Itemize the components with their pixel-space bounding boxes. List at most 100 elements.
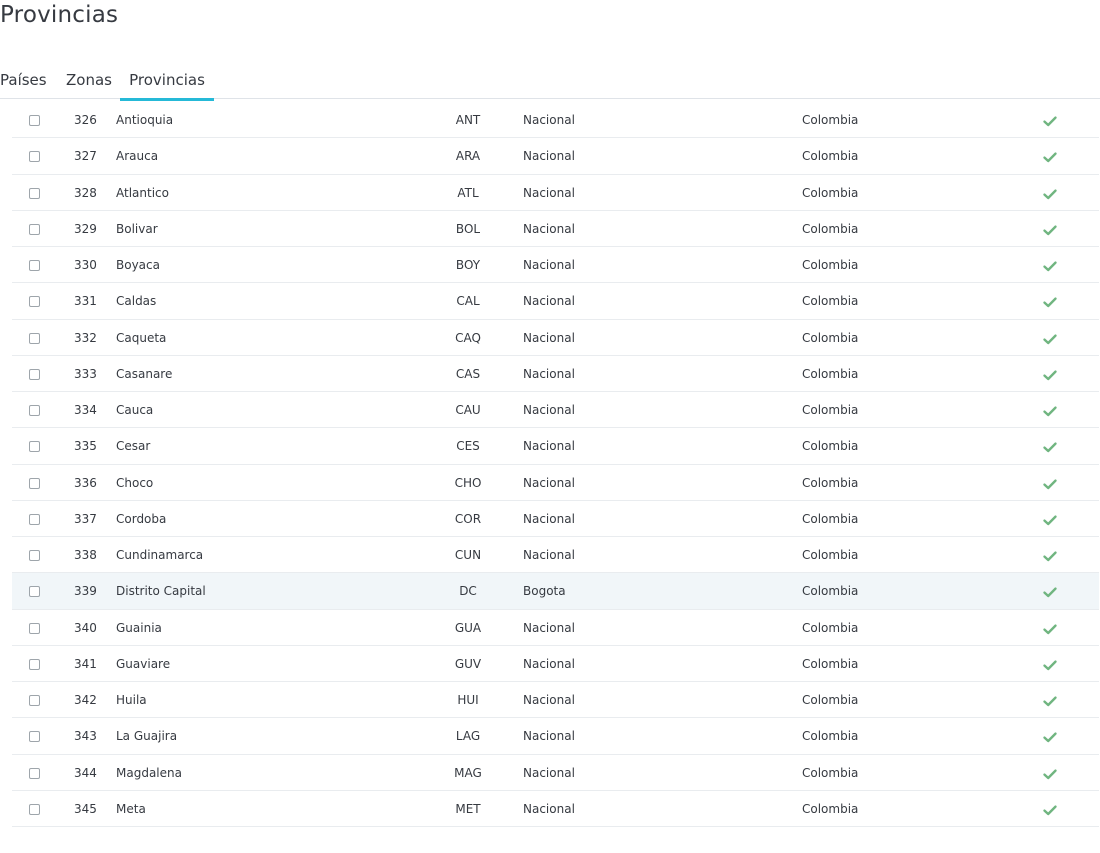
state-country: Colombia: [802, 729, 859, 744]
tab-provincias[interactable]: Provincias: [120, 68, 214, 101]
row-checkbox[interactable]: [29, 767, 40, 779]
check-icon[interactable]: [1042, 657, 1058, 673]
check-icon[interactable]: [1042, 802, 1058, 818]
state-iso-code: CAS: [455, 366, 481, 381]
check-icon[interactable]: [1042, 331, 1058, 347]
state-country: Colombia: [802, 511, 859, 526]
row-checkbox[interactable]: [29, 115, 40, 126]
row-checkbox[interactable]: [29, 586, 40, 598]
row-checkbox[interactable]: [29, 803, 40, 815]
row-checkbox[interactable]: [29, 658, 40, 670]
row-checkbox[interactable]: [29, 296, 40, 308]
check-icon[interactable]: [1042, 512, 1058, 528]
check-icon[interactable]: [1042, 729, 1058, 745]
state-name: Distrito Capital: [116, 584, 206, 599]
tab-paises[interactable]: Países: [0, 68, 47, 98]
table-row[interactable]: 327 Arauca ARA Nacional Colombia: [12, 138, 1099, 175]
state-country: Colombia: [802, 656, 859, 671]
state-country: Colombia: [802, 439, 859, 454]
state-iso-code: CES: [456, 439, 480, 454]
state-name: Atlantico: [116, 185, 169, 200]
state-country: Colombia: [802, 113, 859, 127]
check-icon[interactable]: [1042, 403, 1058, 419]
table-row[interactable]: 326 Antioquia ANT Nacional Colombia: [12, 102, 1099, 139]
state-country: Colombia: [802, 765, 859, 780]
table-row[interactable]: 333 Casanare CAS Nacional Colombia: [12, 356, 1099, 392]
check-icon[interactable]: [1042, 113, 1058, 129]
row-checkbox[interactable]: [29, 223, 40, 235]
row-checkbox[interactable]: [29, 187, 40, 199]
state-country: Colombia: [802, 403, 859, 417]
check-icon[interactable]: [1042, 367, 1058, 383]
state-country: Colombia: [802, 366, 859, 381]
state-country: Colombia: [802, 584, 859, 599]
state-name: Boyaca: [116, 258, 160, 272]
check-icon[interactable]: [1042, 149, 1058, 165]
row-checkbox[interactable]: [29, 368, 40, 380]
state-zone: Nacional: [523, 403, 575, 417]
state-name: Magdalena: [116, 765, 182, 780]
row-checkbox[interactable]: [29, 513, 40, 525]
state-zone: Nacional: [523, 765, 575, 780]
check-icon[interactable]: [1042, 439, 1058, 455]
table-row[interactable]: 345 Meta MET Nacional Colombia: [12, 791, 1099, 827]
table-row[interactable]: 343 La Guajira LAG Nacional Colombia: [12, 718, 1099, 755]
check-icon[interactable]: [1042, 548, 1058, 564]
row-checkbox[interactable]: [29, 477, 40, 489]
check-icon[interactable]: [1042, 222, 1058, 238]
check-icon[interactable]: [1042, 584, 1058, 600]
row-checkbox[interactable]: [29, 731, 40, 743]
check-icon[interactable]: [1042, 294, 1058, 310]
table-row[interactable]: 337 Cordoba COR Nacional Colombia: [12, 501, 1099, 537]
table-row[interactable]: 338 Cundinamarca CUN Nacional Colombia: [12, 537, 1099, 574]
tab-zonas[interactable]: Zonas: [66, 68, 112, 98]
table-row[interactable]: 334 Cauca CAU Nacional Colombia: [12, 392, 1099, 429]
check-icon[interactable]: [1042, 766, 1058, 782]
table-row[interactable]: 341 Guaviare GUV Nacional Colombia: [12, 646, 1099, 682]
state-name: Caldas: [116, 294, 157, 309]
row-checkbox[interactable]: [29, 405, 40, 416]
state-iso-code: GUV: [454, 656, 482, 671]
row-checkbox[interactable]: [29, 151, 40, 163]
check-icon[interactable]: [1042, 693, 1058, 709]
state-zone: Nacional: [523, 113, 575, 127]
check-icon[interactable]: [1042, 476, 1058, 492]
table-row[interactable]: 329 Bolivar BOL Nacional Colombia: [12, 211, 1099, 247]
table-row[interactable]: 339 Distrito Capital DC Bogota Colombia: [12, 573, 1099, 610]
state-id: 326: [74, 113, 97, 127]
table-row[interactable]: 335 Cesar CES Nacional Colombia: [12, 428, 1099, 465]
state-country: Colombia: [802, 149, 859, 164]
state-country: Colombia: [802, 620, 859, 635]
state-name: Arauca: [116, 149, 159, 164]
table-row[interactable]: 332 Caqueta CAQ Nacional Colombia: [12, 320, 1099, 356]
row-checkbox[interactable]: [29, 260, 40, 271]
state-zone: Nacional: [523, 620, 575, 635]
row-checkbox[interactable]: [29, 622, 40, 634]
tab-zonas-label: Zonas: [66, 71, 112, 89]
state-zone: Nacional: [523, 221, 575, 236]
check-icon[interactable]: [1042, 186, 1058, 202]
state-name: Guaviare: [116, 656, 171, 671]
state-zone: Nacional: [523, 366, 575, 381]
table-row[interactable]: 344 Magdalena MAG Nacional Colombia: [12, 755, 1099, 791]
row-checkbox[interactable]: [29, 550, 40, 561]
state-zone: Nacional: [523, 330, 575, 345]
tab-bar: Países Zonas Provincias: [0, 62, 1100, 101]
state-id: 342: [74, 693, 97, 707]
table-row[interactable]: 330 Boyaca BOY Nacional Colombia: [12, 247, 1099, 284]
row-checkbox[interactable]: [29, 695, 40, 706]
table-row[interactable]: 331 Caldas CAL Nacional Colombia: [12, 283, 1099, 320]
table-row[interactable]: 336 Choco CHO Nacional Colombia: [12, 465, 1099, 501]
table-row[interactable]: 328 Atlantico ATL Nacional Colombia: [12, 175, 1099, 211]
row-checkbox[interactable]: [29, 332, 40, 344]
check-icon[interactable]: [1042, 621, 1058, 637]
state-country: Colombia: [802, 330, 859, 345]
check-icon[interactable]: [1042, 258, 1058, 274]
state-id: 341: [74, 656, 97, 671]
table-row[interactable]: 340 Guainia GUA Nacional Colombia: [12, 610, 1099, 646]
row-checkbox[interactable]: [29, 441, 40, 453]
state-iso-code: MAG: [454, 765, 482, 780]
state-iso-code: MET: [455, 801, 481, 816]
state-id: 333: [74, 366, 97, 381]
table-row[interactable]: 342 Huila HUI Nacional Colombia: [12, 682, 1099, 719]
